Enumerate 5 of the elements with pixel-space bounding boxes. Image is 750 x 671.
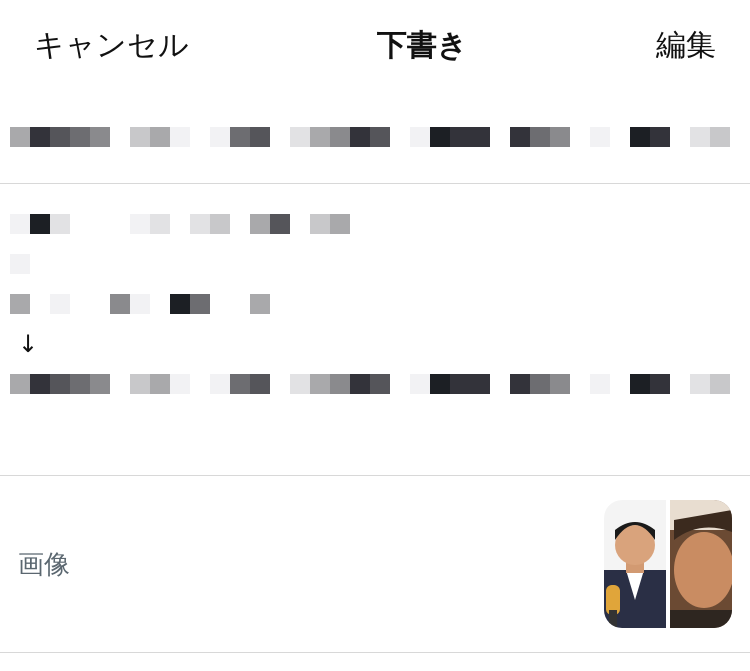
edit-button[interactable]: 編集 — [656, 24, 716, 66]
image-label: 画像 — [18, 548, 70, 582]
cancel-button[interactable]: キャンセル — [34, 24, 189, 66]
arrow-text: ↓ — [18, 330, 38, 358]
screen-title: 下書き — [377, 26, 468, 64]
